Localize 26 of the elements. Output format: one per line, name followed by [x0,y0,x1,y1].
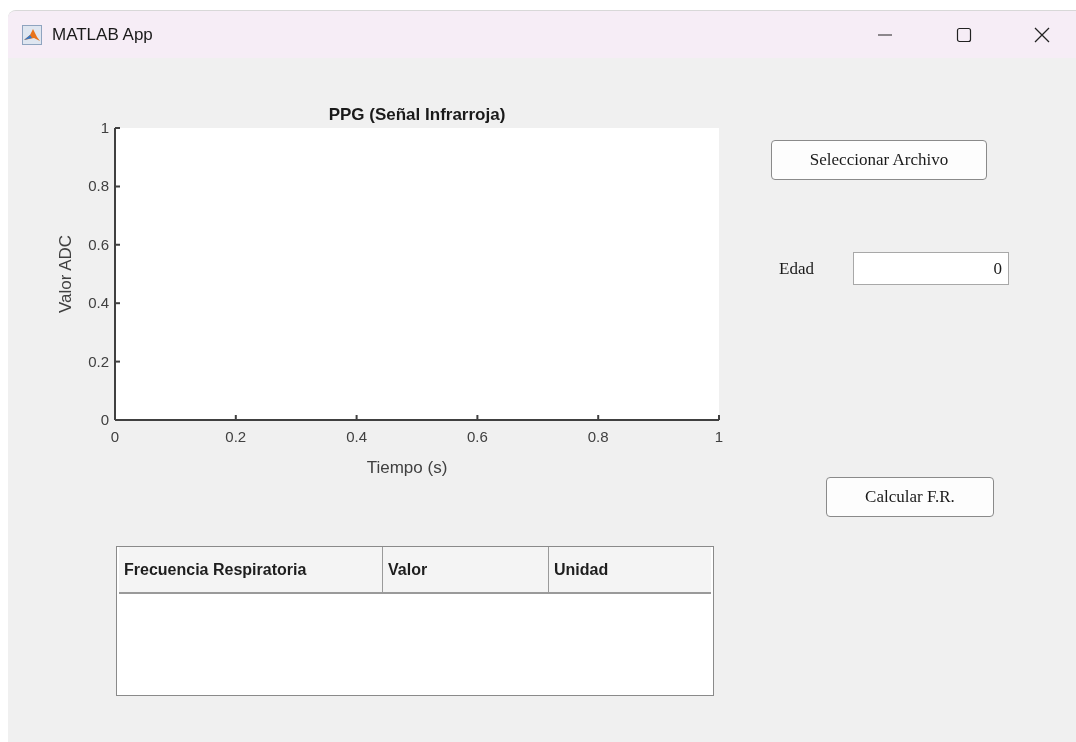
tick-label: 0.6 [88,235,109,253]
tick-label: 0.8 [587,428,609,445]
tick-label: 0.2 [88,352,109,370]
column-header[interactable]: Frecuencia Respiratoria [119,547,383,592]
maximize-icon[interactable] [956,26,972,43]
tick-label: 0.4 [88,294,109,312]
app-icon [22,24,42,45]
tick-label: 0.8 [88,177,109,195]
tick-label: 0 [100,411,109,428]
tick-label: 0.4 [346,428,368,445]
axis-label: Tiempo (s) [366,458,448,477]
axis-label: Valor ADC [56,234,75,314]
tick-label: 0 [110,428,120,445]
field-label: Edad [779,258,814,279]
tick-label: 0.6 [466,428,488,445]
column-header[interactable]: Valor [383,547,549,592]
tick-label: 1 [100,119,109,136]
tick-label: 0.2 [225,428,247,445]
tick-label: 1 [714,428,724,445]
select-file-button[interactable]: Seleccionar Archivo [771,140,987,180]
age-field[interactable]: 0 [853,252,1009,285]
column-header[interactable]: Unidad [549,547,711,592]
calculate-button[interactable]: Calcular F.R. [826,477,994,517]
chart-title: PPG (Señal Infrarroja) [328,105,506,124]
window-title: MATLAB App [52,24,153,45]
close-icon[interactable] [1034,26,1050,43]
